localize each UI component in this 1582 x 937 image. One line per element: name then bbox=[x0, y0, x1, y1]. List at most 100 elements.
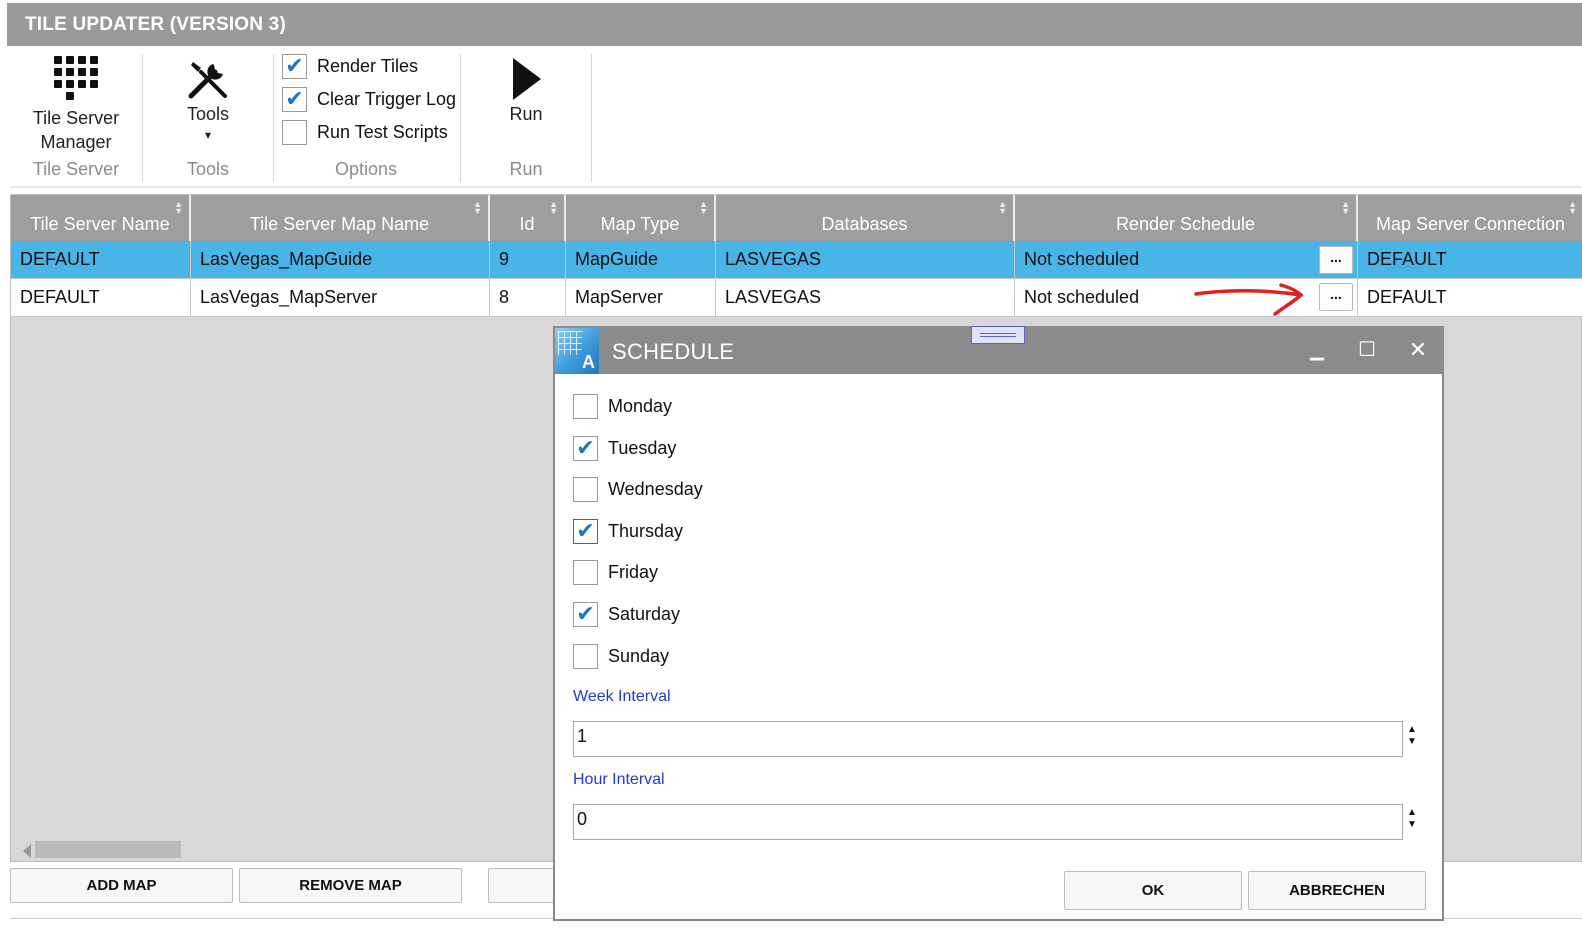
chevron-down-icon: ▾ bbox=[204, 128, 212, 142]
cell-databases[interactable]: LASVEGAS bbox=[716, 279, 1015, 317]
day-tuesday[interactable]: ✔ Tuesday bbox=[573, 434, 676, 462]
cell-map-type[interactable]: MapServer bbox=[566, 279, 716, 317]
saturday-checkbox[interactable]: ✔ bbox=[573, 601, 598, 627]
group-label-run: Run bbox=[509, 159, 543, 179]
group-label-tools: Tools bbox=[186, 159, 230, 179]
run-button[interactable]: Run bbox=[461, 56, 591, 126]
tools-label: Tools bbox=[186, 104, 230, 124]
sunday-checkbox[interactable] bbox=[573, 643, 598, 669]
wrench-screwdriver-icon bbox=[188, 62, 227, 99]
week-interval-spinner[interactable]: ▲ ▼ bbox=[1407, 724, 1419, 748]
schedule-dialog: A SCHEDULE ▁ ☐ ✕ Monday ✔ Tuesday Wednes… bbox=[553, 326, 1444, 921]
render-tiles-checkbox[interactable]: ✔ bbox=[282, 53, 307, 79]
column-header-label: Id bbox=[519, 214, 535, 234]
cell-map-name[interactable]: LasVegas_MapGuide bbox=[191, 241, 490, 279]
drag-handle[interactable] bbox=[971, 326, 1025, 344]
column-header-tile-server-name[interactable]: Tile Server Name ▲ ▼ bbox=[11, 195, 191, 241]
column-header-label: Tile Server Name bbox=[30, 214, 170, 234]
table-row[interactable]: DEFAULT LasVegas_MapGuide 9 MapGuide LAS… bbox=[11, 241, 1582, 279]
render-schedule-text: Not scheduled bbox=[1024, 287, 1140, 307]
scroll-left-icon[interactable] bbox=[23, 844, 31, 858]
option-run-test-scripts[interactable]: Run Test Scripts bbox=[282, 118, 448, 146]
cell-map-name[interactable]: LasVegas_MapServer bbox=[191, 279, 490, 317]
keypad-grid-icon bbox=[54, 56, 98, 100]
spin-up-icon[interactable]: ▲ bbox=[1407, 807, 1419, 819]
cell-map-server-connection[interactable]: DEFAULT bbox=[1358, 279, 1582, 317]
column-header-label: Map Type bbox=[600, 214, 680, 234]
app-logo-icon: A bbox=[555, 328, 599, 374]
spin-up-icon[interactable]: ▲ bbox=[1407, 724, 1419, 736]
option-clear-trigger-log[interactable]: ✔ Clear Trigger Log bbox=[282, 85, 456, 113]
cell-render-schedule[interactable]: Not scheduled ... bbox=[1015, 241, 1358, 279]
column-header-map-type[interactable]: Map Type ▲ ▼ bbox=[566, 195, 716, 241]
tile-server-manager-button[interactable]: Tile Server Manager bbox=[10, 56, 142, 154]
sort-icon: ▲ ▼ bbox=[699, 199, 708, 216]
cell-map-type[interactable]: MapGuide bbox=[566, 241, 716, 279]
ok-button[interactable]: OK bbox=[1064, 871, 1242, 910]
annotation-arrow-icon bbox=[1194, 283, 1304, 316]
hour-interval-spinner[interactable]: ▲ ▼ bbox=[1407, 807, 1419, 831]
cell-id[interactable]: 8 bbox=[490, 279, 566, 317]
ribbon-group-options: ✔ Render Tiles ✔ Clear Trigger Log Run T… bbox=[282, 52, 460, 182]
column-header-map-name[interactable]: Tile Server Map Name ▲ ▼ bbox=[191, 195, 490, 241]
day-monday[interactable]: Monday bbox=[573, 392, 672, 420]
day-sunday[interactable]: Sunday bbox=[573, 642, 669, 670]
option-render-tiles[interactable]: ✔ Render Tiles bbox=[282, 52, 418, 80]
horizontal-scrollbar[interactable] bbox=[23, 841, 183, 858]
option-label: Render Tiles bbox=[317, 55, 419, 76]
ribbon-separator bbox=[591, 54, 592, 182]
minimize-icon[interactable]: ▁ bbox=[1305, 338, 1329, 362]
cancel-button[interactable]: ABBRECHEN bbox=[1248, 871, 1426, 910]
cell-map-server-connection[interactable]: DEFAULT bbox=[1358, 241, 1582, 279]
cell-id[interactable]: 9 bbox=[490, 241, 566, 279]
column-header-render-schedule[interactable]: Render Schedule ▲ ▼ bbox=[1015, 195, 1358, 241]
ribbon-divider bbox=[10, 186, 1582, 188]
thursday-checkbox[interactable]: ✔ bbox=[573, 518, 598, 544]
spin-down-icon[interactable]: ▼ bbox=[1407, 819, 1419, 831]
remove-map-button[interactable]: REMOVE MAP bbox=[239, 868, 462, 903]
spin-down-icon[interactable]: ▼ bbox=[1407, 736, 1419, 748]
column-header-databases[interactable]: Databases ▲ ▼ bbox=[716, 195, 1015, 241]
add-map-button[interactable]: ADD MAP bbox=[10, 868, 233, 903]
edit-schedule-button[interactable]: ... bbox=[1319, 283, 1353, 311]
sort-icon: ▲ ▼ bbox=[1568, 199, 1577, 216]
close-icon[interactable]: ✕ bbox=[1406, 338, 1430, 362]
table-row[interactable]: DEFAULT LasVegas_MapServer 8 MapServer L… bbox=[11, 279, 1582, 317]
hour-interval-input[interactable]: 0 bbox=[573, 804, 1403, 840]
ribbon-group-tools: Tools ▾ Tools bbox=[143, 52, 273, 182]
friday-checkbox[interactable] bbox=[573, 559, 598, 585]
sort-icon: ▲ ▼ bbox=[174, 199, 183, 216]
dialog-title: SCHEDULE bbox=[612, 339, 735, 364]
monday-checkbox[interactable] bbox=[573, 393, 598, 419]
day-label: Friday bbox=[608, 561, 659, 582]
ribbon-group-tile-server: Tile Server Manager Tile Server bbox=[10, 52, 142, 182]
wednesday-checkbox[interactable] bbox=[573, 476, 598, 502]
scrollbar-thumb[interactable] bbox=[35, 841, 181, 858]
day-saturday[interactable]: ✔ Saturday bbox=[573, 600, 680, 628]
cell-tile-server-name[interactable]: DEFAULT bbox=[11, 241, 191, 279]
sort-icon: ▲ ▼ bbox=[998, 199, 1007, 216]
day-label: Thursday bbox=[608, 520, 684, 541]
ribbon: Tile Server Manager Tile Server Tools ▾ … bbox=[10, 46, 1582, 188]
tile-server-manager-label-2: Manager bbox=[40, 132, 112, 152]
option-label: Clear Trigger Log bbox=[317, 88, 457, 109]
day-wednesday[interactable]: Wednesday bbox=[573, 475, 703, 503]
partially-hidden-button[interactable] bbox=[488, 868, 558, 903]
day-label: Sunday bbox=[608, 645, 670, 666]
column-header-map-server-connection[interactable]: Map Server Connection ▲ ▼ bbox=[1358, 195, 1582, 241]
day-friday[interactable]: Friday bbox=[573, 558, 658, 586]
app-title: TILE UPDATER (VERSION 3) bbox=[7, 3, 1582, 46]
column-header-id[interactable]: Id ▲ ▼ bbox=[490, 195, 566, 241]
play-triangle-icon bbox=[513, 58, 541, 100]
day-thursday[interactable]: ✔ Thursday bbox=[573, 517, 683, 545]
cell-databases[interactable]: LASVEGAS bbox=[716, 241, 1015, 279]
tools-button[interactable]: Tools ▾ bbox=[143, 56, 273, 144]
maximize-icon[interactable]: ☐ bbox=[1355, 338, 1379, 362]
run-test-scripts-checkbox[interactable] bbox=[282, 119, 307, 145]
edit-schedule-button[interactable]: ... bbox=[1319, 246, 1353, 274]
cell-tile-server-name[interactable]: DEFAULT bbox=[11, 279, 191, 317]
clear-trigger-log-checkbox[interactable]: ✔ bbox=[282, 86, 307, 112]
tuesday-checkbox[interactable]: ✔ bbox=[573, 435, 598, 461]
sort-icon: ▲ ▼ bbox=[473, 199, 482, 216]
week-interval-input[interactable]: 1 bbox=[573, 721, 1403, 757]
